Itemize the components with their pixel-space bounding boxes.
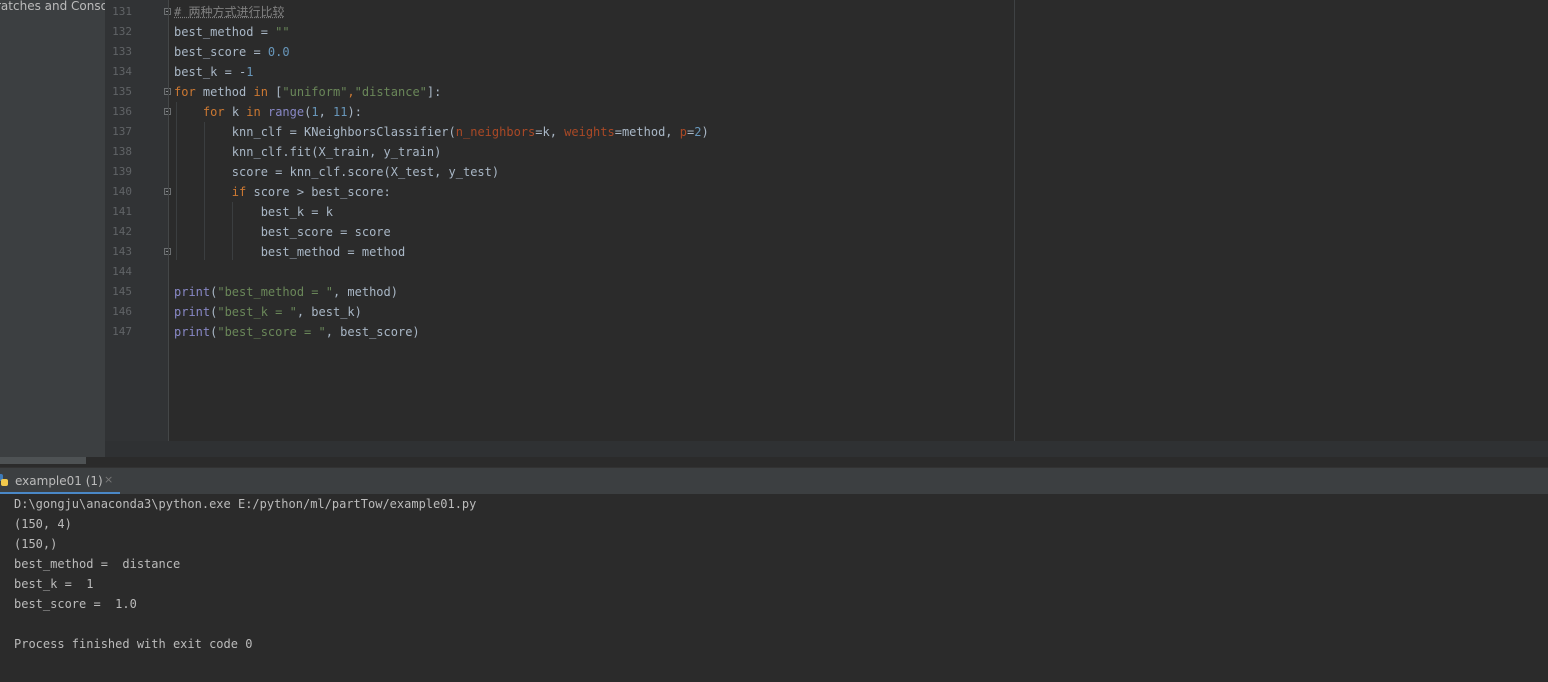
code-line[interactable]: for k in range(1, 11): — [174, 102, 362, 122]
line-number: 138 — [112, 145, 132, 158]
run-tab[interactable]: example01 (1) × — [0, 468, 120, 494]
console-output-line: best_score = 1.0 — [14, 597, 137, 611]
code-line[interactable]: best_score = 0.0 — [174, 42, 290, 62]
line-number: 133 — [112, 45, 132, 58]
console-output-line: (150,) — [14, 537, 58, 551]
line-number: 135 — [112, 85, 132, 98]
line-number: 140 — [112, 185, 132, 198]
line-number: 131 — [112, 5, 132, 18]
code-line[interactable]: knn_clf = KNeighborsClassifier(n_neighbo… — [174, 122, 709, 142]
editor-horizontal-scrollbar[interactable] — [105, 441, 1548, 457]
line-number: 147 — [112, 325, 132, 338]
project-sidebar: ratches and Conso — [0, 0, 105, 457]
code-line[interactable]: if score > best_score: — [174, 182, 391, 202]
gutter-separator — [168, 0, 169, 441]
run-tab-label: example01 (1) — [15, 474, 103, 488]
indent-guide — [232, 202, 233, 260]
code-line[interactable]: best_k = k — [174, 202, 333, 222]
python-icon — [0, 474, 8, 486]
indent-guide — [176, 102, 177, 260]
line-number: 144 — [112, 265, 132, 278]
line-number: 141 — [112, 205, 132, 218]
code-line[interactable]: best_method = method — [174, 242, 406, 262]
line-number: 134 — [112, 65, 132, 78]
console-output-line: (150, 4) — [14, 517, 72, 531]
scratches-and-consoles-item[interactable]: ratches and Conso — [0, 0, 105, 13]
code-line[interactable]: for method in ["uniform","distance"]: — [174, 82, 441, 102]
code-line[interactable]: score = knn_clf.score(X_test, y_test) — [174, 162, 499, 182]
line-number: 137 — [112, 125, 132, 138]
code-line[interactable]: best_score = score — [174, 222, 391, 242]
code-line[interactable]: print("best_score = ", best_score) — [174, 322, 420, 342]
code-line[interactable]: knn_clf.fit(X_train, y_train) — [174, 142, 442, 162]
console-output-line: best_method = distance — [14, 557, 181, 571]
run-console[interactable]: D:\gongju\anaconda3\python.exe E:/python… — [0, 494, 1548, 682]
right-margin-guide — [1014, 0, 1015, 441]
line-number: 146 — [112, 305, 132, 318]
line-number: 142 — [112, 225, 132, 238]
code-line[interactable]: best_k = -1 — [174, 62, 253, 82]
line-number-gutter: 131 132 133 134 135 136 137 138 139 140 141 142 143 1… — [105, 0, 171, 441]
code-line[interactable]: print("best_k = ", best_k) — [174, 302, 362, 322]
line-number: 139 — [112, 165, 132, 178]
line-number: 136 — [112, 105, 132, 118]
run-tool-window-header: example01 (1) × — [0, 467, 1548, 495]
line-number: 143 — [112, 245, 132, 258]
code-line[interactable]: # 两种方式进行比较 — [174, 2, 284, 22]
console-output-line: D:\gongju\anaconda3\python.exe E:/python… — [14, 497, 477, 511]
console-output-line: Process finished with exit code 0 — [14, 637, 253, 651]
line-number: 145 — [112, 285, 132, 298]
sidebar-scrollbar[interactable] — [0, 457, 86, 464]
console-output-line: best_k = 1 — [14, 577, 94, 591]
code-line[interactable]: best_method = "" — [174, 22, 290, 42]
indent-guide — [204, 122, 205, 260]
line-number: 132 — [112, 25, 132, 38]
code-line[interactable]: print("best_method = ", method) — [174, 282, 398, 302]
close-icon[interactable]: × — [104, 473, 113, 486]
